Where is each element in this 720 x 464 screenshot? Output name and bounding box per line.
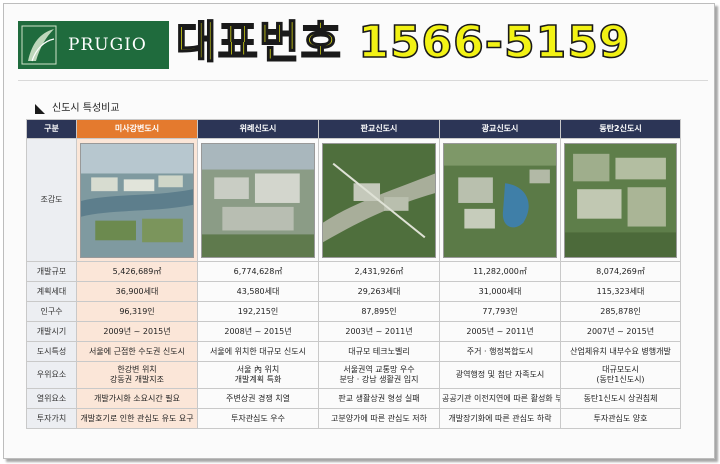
table-row: 투자가치 개발호기로 인한 관심도 유도 요구 투자관심도 우수 고분양가에 따… xyxy=(26,408,681,429)
table-row: 열위요소 개발가시화 소요시간 필요 주변상권 경쟁 치열 판교 생활상권 형성… xyxy=(26,388,681,409)
row-label: 우위요소 xyxy=(26,361,77,389)
table-cell: 11,282,000㎡ xyxy=(439,261,561,282)
header-divider xyxy=(18,80,708,81)
table-cell: 2003년 ~ 2011년 xyxy=(318,321,440,342)
table-cell: 동탄1신도시 상권침체 xyxy=(560,388,681,409)
table-cell: 고분양가에 따른 관심도 저하 xyxy=(318,408,440,429)
row-label: 개발시기 xyxy=(26,321,77,342)
table-cell: 공공기관 이전지연에 따른 활성화 부재 xyxy=(439,388,561,409)
row-label: 개발규모 xyxy=(26,261,77,282)
leaf-icon xyxy=(18,21,62,69)
column-header-gwanggyo: 광교신도시 xyxy=(439,119,561,139)
table-cell: 77,793인 xyxy=(439,301,561,322)
table-row: 계획세대 36,900세대 43,580세대 29,263세대 31,000세대… xyxy=(26,281,681,302)
table-row: 인구수 96,319인 192,215인 87,895인 77,793인 285… xyxy=(26,301,681,322)
table-cell: 주거 · 행정복합도시 xyxy=(439,341,561,362)
row-label: 계획세대 xyxy=(26,281,77,302)
section-title: 신도시 특성비교 xyxy=(34,98,120,114)
table-cell: 8,074,269㎡ xyxy=(560,261,681,282)
column-header-pangyo: 판교신도시 xyxy=(318,119,440,139)
table-cell: 87,895인 xyxy=(318,301,440,322)
column-header-misa: 미사강변도시 xyxy=(76,119,198,139)
table-cell: 광역행정 및 첨단 자족도시 xyxy=(439,361,561,389)
table-cell: 서울 內 위치 개발계획 특화 xyxy=(197,361,319,389)
table-cell: 192,215인 xyxy=(197,301,319,322)
table-cell: 2005년 ~ 2011년 xyxy=(439,321,561,342)
table-row: 우위요소 한강변 위치 강동권 개발지조 서울 內 위치 개발계획 특화 서울권… xyxy=(26,361,681,389)
table-cell: 서울권역 교통망 우수 분당 · 강남 생활권 입지 xyxy=(318,361,440,389)
table-cell: 개발장기화에 따른 관심도 하락 xyxy=(439,408,561,429)
table-cell: 2,431,926㎡ xyxy=(318,261,440,282)
aerial-image-pangyo xyxy=(318,138,440,262)
logo-text: PRUGIO xyxy=(68,35,147,55)
table-cell: 산업체유치 내부수요 병행개발 xyxy=(560,341,681,362)
section-title-text: 신도시 특성비교 xyxy=(52,102,120,114)
table-row: 도시특성 서울에 근접한 수도권 신도시 서울에 위치한 대규모 신도시 대규모… xyxy=(26,341,681,362)
table-cell: 6,774,628㎡ xyxy=(197,261,319,282)
aerial-view-row: 조감도 xyxy=(26,138,681,262)
table-cell: 115,323세대 xyxy=(560,281,681,302)
table-cell: 2007년 ~ 2015년 xyxy=(560,321,681,342)
table-cell: 투자관심도 양호 xyxy=(560,408,681,429)
table-cell: 285,878인 xyxy=(560,301,681,322)
table-cell: 대규모 테크노벨리 xyxy=(318,341,440,362)
new-town-comparison-table: 구분 미사강변도시 위례신도시 판교신도시 광교신도시 동탄2신도시 조감도 개… xyxy=(26,119,681,429)
table-cell: 96,319인 xyxy=(76,301,198,322)
row-label: 인구수 xyxy=(26,301,77,322)
aerial-image-dongtan2 xyxy=(560,138,681,262)
table-cell: 판교 생활상권 형성 실패 xyxy=(318,388,440,409)
table-cell: 31,000세대 xyxy=(439,281,561,302)
row-label: 도시특성 xyxy=(26,341,77,362)
table-cell: 36,900세대 xyxy=(76,281,198,302)
table-cell: 서울에 근접한 수도권 신도시 xyxy=(76,341,198,362)
table-row: 개발규모 5,426,689㎡ 6,774,628㎡ 2,431,926㎡ 11… xyxy=(26,261,681,282)
aerial-image-misa xyxy=(76,138,198,262)
row-label: 열위요소 xyxy=(26,388,77,409)
headline-phone: 대표번호 1566-5159 xyxy=(175,16,631,69)
table-cell: 개발호기로 인한 관심도 유도 요구 xyxy=(76,408,198,429)
aerial-image-gwanggyo xyxy=(439,138,561,262)
table-header-row: 구분 미사강변도시 위례신도시 판교신도시 광교신도시 동탄2신도시 xyxy=(26,119,681,139)
column-header-dongtan2: 동탄2신도시 xyxy=(560,119,681,139)
table-cell: 2009년 ~ 2015년 xyxy=(76,321,198,342)
table-cell: 2008년 ~ 2015년 xyxy=(197,321,319,342)
column-header-wirye: 위례신도시 xyxy=(197,119,319,139)
table-row: 개발시기 2009년 ~ 2015년 2008년 ~ 2015년 2003년 ~… xyxy=(26,321,681,342)
table-cell: 한강변 위치 강동권 개발지조 xyxy=(76,361,198,389)
prugio-logo: PRUGIO xyxy=(18,21,169,69)
table-cell: 5,426,689㎡ xyxy=(76,261,198,282)
table-cell: 29,263세대 xyxy=(318,281,440,302)
table-cell: 투자관심도 우수 xyxy=(197,408,319,429)
table-cell: 대규모도시 (동탄1신도시) xyxy=(560,361,681,389)
page-frame: PRUGIO 대표번호 1566-5159 신도시 특성비교 구분 미사강변도시… xyxy=(3,3,715,459)
table-cell: 개발가시화 소요시간 필요 xyxy=(76,388,198,409)
aerial-image-wirye xyxy=(197,138,319,262)
table-cell: 서울에 위치한 대규모 신도시 xyxy=(197,341,319,362)
table-cell: 43,580세대 xyxy=(197,281,319,302)
corner-arrow-icon xyxy=(34,100,46,114)
row-label: 조감도 xyxy=(26,138,77,262)
table-cell: 주변상권 경쟁 치열 xyxy=(197,388,319,409)
header-corner: 구분 xyxy=(26,119,77,139)
row-label: 투자가치 xyxy=(26,408,77,429)
